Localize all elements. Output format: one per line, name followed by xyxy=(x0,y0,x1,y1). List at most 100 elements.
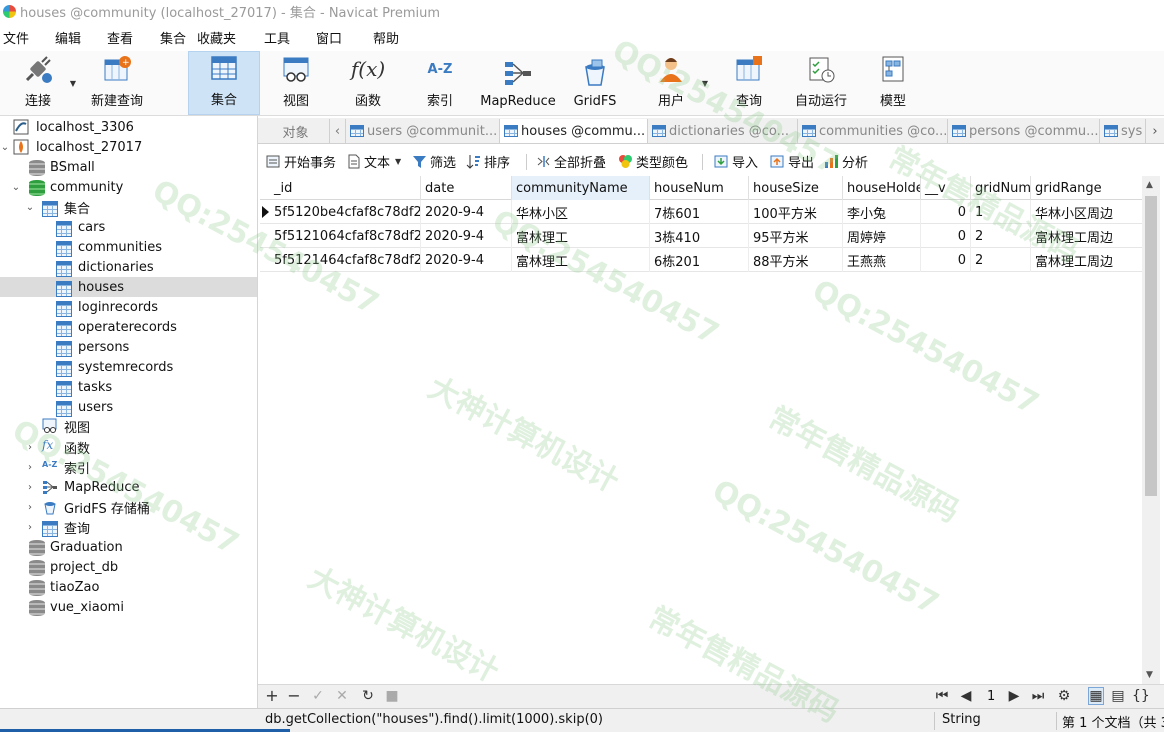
tab-scroll-left-icon[interactable]: ‹ xyxy=(330,119,346,143)
import-button[interactable]: 导入 xyxy=(714,152,758,171)
chevron-down-icon[interactable]: ⌄ xyxy=(11,182,21,193)
tree-item-collection[interactable]: tasks xyxy=(0,377,257,397)
type-color-button[interactable]: 类型颜色 xyxy=(618,152,688,171)
tab-sys[interactable]: sys xyxy=(1100,119,1146,143)
form-view-icon[interactable]: ▤ xyxy=(1110,688,1126,704)
tree-item-collection[interactable]: communities xyxy=(0,237,257,257)
tree-item-db[interactable]: tiaoZao xyxy=(0,577,257,597)
tree-item-db[interactable]: vue_xiaomi xyxy=(0,597,257,617)
tree-item-collection[interactable]: cars xyxy=(0,217,257,237)
discard-changes-icon[interactable]: ✕ xyxy=(334,688,350,704)
menu-favorites[interactable]: 收藏夹 xyxy=(195,28,262,47)
tab-communities[interactable]: communities @co... xyxy=(798,119,948,143)
model-button[interactable]: 模型 xyxy=(872,51,914,115)
menu-view[interactable]: 查看 xyxy=(105,28,158,47)
next-page-icon[interactable]: ▶ xyxy=(1006,688,1022,704)
json-view-icon[interactable]: {} xyxy=(1132,688,1150,704)
scroll-down-icon[interactable]: ▼ xyxy=(1146,670,1153,680)
chevron-right-icon[interactable]: › xyxy=(25,462,35,473)
index-button[interactable]: A-Z 索引 xyxy=(414,51,466,115)
auto-run-button[interactable]: 自动运行 xyxy=(790,51,852,115)
menu-window[interactable]: 窗口 xyxy=(314,28,371,47)
cell-communityname[interactable]: 富林理工 xyxy=(512,248,650,272)
scroll-up-icon[interactable]: ▲ xyxy=(1146,180,1153,190)
cell-housesize[interactable]: 100平方米 xyxy=(749,200,843,224)
column-header-gridnum[interactable]: gridNum xyxy=(971,176,1031,200)
tree-item-gridfs[interactable]: › GridFS 存储桶 xyxy=(0,497,257,517)
chevron-down-icon[interactable]: ▼ xyxy=(395,157,401,166)
function-button[interactable]: f(x) 函数 xyxy=(342,51,394,115)
tab-houses[interactable]: houses @commu... xyxy=(500,119,648,143)
tree-item-db-community[interactable]: ⌄ community xyxy=(0,177,257,197)
query-button[interactable]: 查询 xyxy=(728,51,770,115)
column-header-gridrange[interactable]: gridRange xyxy=(1031,176,1142,200)
tab-dictionaries[interactable]: dictionaries @co... xyxy=(648,119,798,143)
cell-gridrange[interactable]: 富林理工周边 xyxy=(1031,224,1142,248)
new-query-button[interactable]: + 新建查询 xyxy=(88,51,146,115)
chevron-right-icon[interactable]: › xyxy=(25,442,35,453)
text-view-button[interactable]: 文本 ▼ xyxy=(346,152,401,171)
cell-householder[interactable]: 周婷婷 xyxy=(843,224,921,248)
cell-v[interactable]: 0 xyxy=(921,248,971,272)
cell-gridrange[interactable]: 富林理工周边 xyxy=(1031,248,1142,272)
cell-id[interactable]: 5f5121064cfaf8c78df2f xyxy=(270,224,421,248)
tab-scroll-right-icon[interactable]: › xyxy=(1146,119,1164,143)
gridfs-button[interactable]: GridFS xyxy=(568,51,622,115)
tree-item-mapreduce[interactable]: › MapReduce xyxy=(0,477,257,497)
menu-file[interactable]: 文件 xyxy=(1,28,53,47)
tree-item-views[interactable]: 视图 xyxy=(0,416,257,436)
page-number[interactable]: 1 xyxy=(987,689,995,704)
tree-item-collection[interactable]: loginrecords xyxy=(0,297,257,317)
cell-date[interactable]: 2020-9-4 xyxy=(421,224,512,248)
cell-householder[interactable]: 王燕燕 xyxy=(843,248,921,272)
chevron-down-icon[interactable]: ⌄ xyxy=(25,202,35,213)
cell-gridnum[interactable]: 2 xyxy=(971,224,1031,248)
cell-housenum[interactable]: 3栋410 xyxy=(650,224,749,248)
table-row[interactable]: 5f5120be4cfaf8c78df2f 2020-9-4 华林小区 7栋60… xyxy=(260,200,1142,224)
cell-gridnum[interactable]: 2 xyxy=(971,248,1031,272)
tree-item-indexes[interactable]: › A-Z 索引 xyxy=(0,457,257,477)
chevron-down-icon[interactable]: ▼ xyxy=(702,79,708,88)
scrollbar-thumb[interactable] xyxy=(1145,196,1157,496)
add-record-icon[interactable]: + xyxy=(264,686,280,705)
column-header-id[interactable]: _id xyxy=(270,176,421,200)
tree-item-localhost-27017[interactable]: ⌄ localhost_27017 xyxy=(0,137,257,157)
menu-help[interactable]: 帮助 xyxy=(371,28,411,47)
cell-housenum[interactable]: 6栋201 xyxy=(650,248,749,272)
export-button[interactable]: 导出 xyxy=(770,152,814,171)
grid-view-icon[interactable]: ▦ xyxy=(1088,687,1104,705)
column-header-housenum[interactable]: houseNum xyxy=(650,176,749,200)
delete-record-icon[interactable]: − xyxy=(286,686,302,705)
column-header-communityname[interactable]: communityName xyxy=(512,176,650,200)
begin-transaction-button[interactable]: 开始事务 xyxy=(266,152,336,171)
column-header-housesize[interactable]: houseSize xyxy=(749,176,843,200)
tree-item-functions[interactable]: › fx 函数 xyxy=(0,437,257,457)
collection-button[interactable]: 集合 xyxy=(188,51,260,115)
cell-v[interactable]: 0 xyxy=(921,224,971,248)
menu-tools[interactable]: 工具 xyxy=(262,28,314,47)
tree-item-collection-selected[interactable]: houses xyxy=(0,277,257,297)
apply-changes-icon[interactable]: ✓ xyxy=(310,688,326,704)
tab-users[interactable]: users @communit... xyxy=(346,119,500,143)
column-header-date[interactable]: date xyxy=(421,176,512,200)
tree-item-collection[interactable]: persons xyxy=(0,337,257,357)
tree-item-db[interactable]: project_db xyxy=(0,557,257,577)
tree-item-queries[interactable]: › 查询 xyxy=(0,517,257,537)
tree-item-collection[interactable]: users xyxy=(0,397,257,417)
table-row[interactable]: 5f5121064cfaf8c78df2f 2020-9-4 富林理工 3栋41… xyxy=(260,224,1142,248)
cell-housesize[interactable]: 88平方米 xyxy=(749,248,843,272)
previous-page-icon[interactable]: ◀ xyxy=(958,688,974,704)
column-header-v[interactable]: __v xyxy=(921,176,971,200)
menu-collection[interactable]: 集合 xyxy=(158,28,195,47)
cell-v[interactable]: 0 xyxy=(921,200,971,224)
table-row[interactable]: 5f5121464cfaf8c78df2f 2020-9-4 富林理工 6栋20… xyxy=(260,248,1142,272)
analyze-button[interactable]: 分析 xyxy=(824,152,868,171)
user-button[interactable]: 用户 ▼ xyxy=(650,51,708,115)
chevron-down-icon[interactable]: ▼ xyxy=(70,79,76,88)
cell-gridrange[interactable]: 华林小区周边 xyxy=(1031,200,1142,224)
tree-item-localhost-3306[interactable]: localhost_3306 xyxy=(0,117,257,137)
cell-id[interactable]: 5f5120be4cfaf8c78df2f xyxy=(270,200,421,224)
chevron-right-icon[interactable]: › xyxy=(25,482,35,493)
first-page-icon[interactable]: ⏮ xyxy=(934,688,950,704)
chevron-down-icon[interactable]: ⌄ xyxy=(0,142,10,153)
